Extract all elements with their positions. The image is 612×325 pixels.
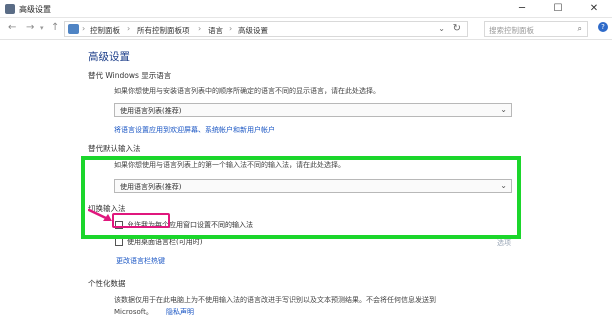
options-link[interactable]: 选项 bbox=[497, 238, 511, 248]
personalization-description: 该数据仅用于在此电脑上为不使用输入法的语言改进手写识别以及文本预测结果。不会将任… bbox=[114, 296, 436, 304]
display-language-description: 如果你想使用与安装语言列表中的顺序所确定的语言不同的显示语言，请在此处选择。 bbox=[114, 87, 380, 95]
magenta-arrow-icon bbox=[88, 208, 112, 221]
help-icon[interactable]: ? bbox=[598, 22, 608, 32]
desktop-language-bar-checkbox[interactable] bbox=[115, 238, 123, 246]
search-placeholder: 搜索控制面板 bbox=[489, 26, 534, 35]
change-hotkey-link[interactable]: 更改语言栏热键 bbox=[116, 256, 165, 266]
navigation-bar: ← → ▾ ↑ › 控制面板 › 所有控制面板项 › 语言 › 高级设置 ⌄ ↻… bbox=[0, 18, 612, 40]
close-button[interactable]: ✕ bbox=[580, 0, 608, 18]
display-language-select-value: 使用语言列表(推荐) bbox=[120, 107, 182, 115]
breadcrumb-separator-icon: › bbox=[229, 24, 233, 33]
magenta-highlight-box bbox=[112, 213, 170, 228]
forward-arrow-icon[interactable]: → bbox=[26, 22, 34, 33]
apply-language-settings-link[interactable]: 将语言设置应用到欢迎屏幕、系统帐户和新用户帐户 bbox=[114, 125, 275, 135]
title-bar: 高级设置 ─ ☐ ✕ bbox=[0, 0, 612, 18]
refresh-icon[interactable]: ↻ bbox=[453, 23, 461, 34]
search-icon[interactable]: ⌕ bbox=[578, 24, 582, 34]
up-arrow-icon[interactable]: ↑ bbox=[51, 22, 59, 33]
breadcrumb-control-panel[interactable]: 控制面板 bbox=[90, 25, 120, 36]
control-panel-app-icon bbox=[5, 4, 15, 14]
back-arrow-icon[interactable]: ← bbox=[8, 22, 16, 33]
personalization-heading: 个性化数据 bbox=[88, 279, 126, 288]
page-title: 高级设置 bbox=[88, 51, 130, 63]
breadcrumb-all-items[interactable]: 所有控制面板项 bbox=[137, 25, 190, 36]
privacy-statement-link[interactable]: 隐私声明 bbox=[166, 307, 194, 317]
search-box[interactable]: 搜索控制面板 ⌕ bbox=[484, 21, 588, 37]
maximize-button[interactable]: ☐ bbox=[544, 0, 572, 18]
control-panel-icon bbox=[68, 24, 79, 34]
breadcrumb-separator-icon: › bbox=[82, 24, 86, 33]
breadcrumb-separator-icon: › bbox=[198, 24, 202, 33]
input-method-heading: 替代默认输入法 bbox=[88, 144, 141, 153]
display-language-heading: 替代 Windows 显示语言 bbox=[88, 71, 172, 80]
personalization-description-end: Microsoft。 bbox=[114, 308, 153, 316]
display-language-select[interactable]: 使用语言列表(推荐) ⌄ bbox=[114, 103, 512, 117]
address-dropdown-icon[interactable]: ⌄ bbox=[438, 24, 445, 33]
minimize-button[interactable]: ─ bbox=[508, 0, 536, 18]
recent-locations-chevron-icon[interactable]: ▾ bbox=[40, 24, 44, 32]
chevron-down-icon: ⌄ bbox=[500, 105, 507, 114]
breadcrumb-separator-icon: › bbox=[127, 24, 131, 33]
breadcrumb-advanced-settings[interactable]: 高级设置 bbox=[238, 25, 268, 36]
address-bar[interactable]: › 控制面板 › 所有控制面板项 › 语言 › 高级设置 ⌄ ↻ bbox=[64, 21, 468, 37]
breadcrumb-language[interactable]: 语言 bbox=[208, 25, 223, 36]
window-title: 高级设置 bbox=[19, 5, 51, 14]
